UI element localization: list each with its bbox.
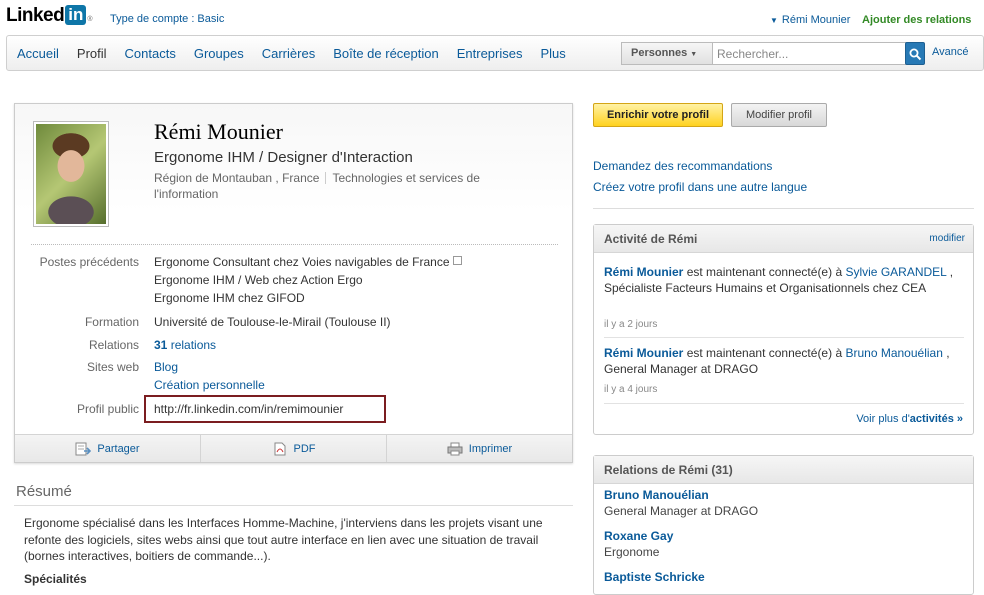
previous-positions-list: Ergonome Consultant chez Voies navigable… <box>154 253 462 307</box>
share-button[interactable]: Partager <box>15 435 201 462</box>
edit-profile-button[interactable]: Modifier profil <box>731 103 827 127</box>
pdf-label: PDF <box>293 442 316 455</box>
profile-location: Région de Montauban , France Technologies… <box>154 170 514 202</box>
activity-header: Activité de Rémi modifier <box>594 225 973 253</box>
relations-count[interactable]: 31 <box>154 338 167 352</box>
nav-item-contacts[interactable]: Contacts <box>125 46 176 61</box>
previous-position: Ergonome IHM chez GIFOD <box>154 291 305 305</box>
profile-headline: Ergonome IHM / Designer d'Interaction <box>154 149 413 166</box>
relation-name-link[interactable]: Baptiste Schricke <box>604 570 705 584</box>
logo-text: Linked <box>6 5 65 26</box>
advanced-search-link[interactable]: Avancé <box>932 46 969 58</box>
request-recommendations-link[interactable]: Demandez des recommandations <box>593 159 772 173</box>
highlight-box <box>144 395 386 423</box>
pdf-icon <box>274 442 285 455</box>
print-label: Imprimer <box>468 442 513 455</box>
websites-label: Sites web <box>86 360 139 374</box>
enrich-profile-button[interactable]: Enrichir votre profil <box>593 103 723 127</box>
activity-box: Activité de Rémi modifier Rémi Mounier e… <box>593 224 974 435</box>
search-type-select[interactable]: Personnes ▼ <box>621 42 713 65</box>
activity-target-link[interactable]: Sylvie GARANDEL <box>845 265 946 279</box>
share-icon <box>75 442 92 455</box>
websites-list: Blog Création personnelle <box>154 358 265 394</box>
relations-label: Relations <box>88 338 139 352</box>
logo-in-badge: in <box>65 5 87 25</box>
public-profile-label: Profil public <box>76 402 139 416</box>
relation-title: General Manager at DRAGO <box>604 504 759 518</box>
activity-actor-link[interactable]: Rémi Mounier <box>604 265 683 279</box>
region-link[interactable]: Région de Montauban , France <box>154 171 319 185</box>
caret-down-icon: ▼ <box>690 51 698 58</box>
printer-icon <box>447 442 463 455</box>
nav-item-entreprises[interactable]: Entreprises <box>457 46 523 61</box>
user-menu[interactable]: ▼ Rémi Mounier <box>770 14 850 26</box>
relation-name-link[interactable]: Bruno Manouélian <box>604 488 709 502</box>
search-input[interactable] <box>713 42 907 65</box>
divider <box>593 208 974 209</box>
activity-time: il y a 4 jours <box>604 384 658 395</box>
activity-item: Rémi Mounier est maintenant connecté(e) … <box>604 265 964 296</box>
activity-edit-link[interactable]: modifier <box>929 233 965 244</box>
previous-position: Ergonome IHM / Web chez Action Ergo <box>154 273 363 287</box>
activity-text: est maintenant connecté(e) à <box>686 346 843 360</box>
activity-item: Rémi Mounier est maintenant connecté(e) … <box>604 346 964 377</box>
nav-item-profil[interactable]: Profil <box>77 46 107 61</box>
nav-item-inbox[interactable]: Boîte de réception <box>333 46 439 61</box>
relations-value[interactable]: 31 relations <box>154 336 216 354</box>
search-type-label: Personnes <box>631 47 688 59</box>
search-icon <box>909 48 922 61</box>
divider <box>325 172 327 184</box>
relations-link[interactable]: relations <box>171 338 216 352</box>
nav-item-accueil[interactable]: Accueil <box>17 46 59 61</box>
divider <box>14 505 573 506</box>
website-link-creation[interactable]: Création personnelle <box>154 376 265 394</box>
website-link-blog[interactable]: Blog <box>154 358 265 376</box>
other-language-profile-link[interactable]: Créez votre profil dans une autre langue <box>593 180 807 194</box>
activity-text: est maintenant connecté(e) à <box>686 265 843 279</box>
pdf-button[interactable]: PDF <box>201 435 387 462</box>
user-name: Rémi Mounier <box>781 14 851 26</box>
education-value[interactable]: Université de Toulouse-le-Mirail (Toulou… <box>154 313 391 331</box>
previous-positions-label: Postes précédents <box>39 255 139 269</box>
profile-actions: Partager PDF Imprimer <box>15 434 572 462</box>
relations-header: Relations de Rémi (31) <box>594 456 973 484</box>
previous-position: Ergonome Consultant chez Voies navigable… <box>154 253 462 271</box>
external-link-icon[interactable] <box>452 256 462 265</box>
divider <box>604 337 964 338</box>
add-relations-link[interactable]: Ajouter des relations <box>862 14 971 26</box>
more-activity-prefix: Voir plus d' <box>856 413 910 425</box>
summary-title: Résumé <box>16 483 72 500</box>
main-nav: Accueil Profil Contacts Groupes Carrière… <box>6 35 984 71</box>
activity-target-link[interactable]: Bruno Manouélian <box>845 346 942 360</box>
relation-name-link[interactable]: Roxane Gay <box>604 529 673 543</box>
profile-card: Rémi Mounier Ergonome IHM / Designer d'I… <box>14 103 573 463</box>
logo-registered-mark: ® <box>87 16 93 23</box>
share-label: Partager <box>97 442 140 455</box>
summary-text: Ergonome spécialisé dans les Interfaces … <box>24 516 543 563</box>
activity-actor-link[interactable]: Rémi Mounier <box>604 346 683 360</box>
profile-photo[interactable] <box>33 121 109 227</box>
relations-box: Relations de Rémi (31) Bruno Manouélian … <box>593 455 974 595</box>
nav-item-plus[interactable]: Plus <box>540 46 565 61</box>
top-bar: Linked in ® Type de compte : Basic ▼ Rémi… <box>0 0 984 36</box>
divider <box>604 403 964 404</box>
linkedin-logo[interactable]: Linked in ® <box>6 5 93 27</box>
caret-down-icon: ▼ <box>770 16 778 25</box>
relation-title: Ergonome <box>604 545 660 559</box>
search-button[interactable] <box>905 42 925 65</box>
nav-item-groupes[interactable]: Groupes <box>194 46 244 61</box>
profile-name: Rémi Mounier <box>154 119 283 144</box>
avatar <box>36 124 106 224</box>
relations-title: Relations de Rémi (31) <box>604 463 733 477</box>
more-activity-link[interactable]: Voir plus d'activités » <box>856 413 963 425</box>
divider <box>31 244 558 245</box>
nav-item-carrieres[interactable]: Carrières <box>262 46 315 61</box>
account-type-link[interactable]: Type de compte : Basic <box>110 13 224 25</box>
activity-time: il y a 2 jours <box>604 319 658 330</box>
more-activity-label: activités » <box>909 413 963 425</box>
position-text: Ergonome Consultant chez Voies navigable… <box>154 255 450 269</box>
education-label: Formation <box>84 315 139 329</box>
print-button[interactable]: Imprimer <box>387 435 572 462</box>
activity-title: Activité de Rémi <box>604 232 698 246</box>
